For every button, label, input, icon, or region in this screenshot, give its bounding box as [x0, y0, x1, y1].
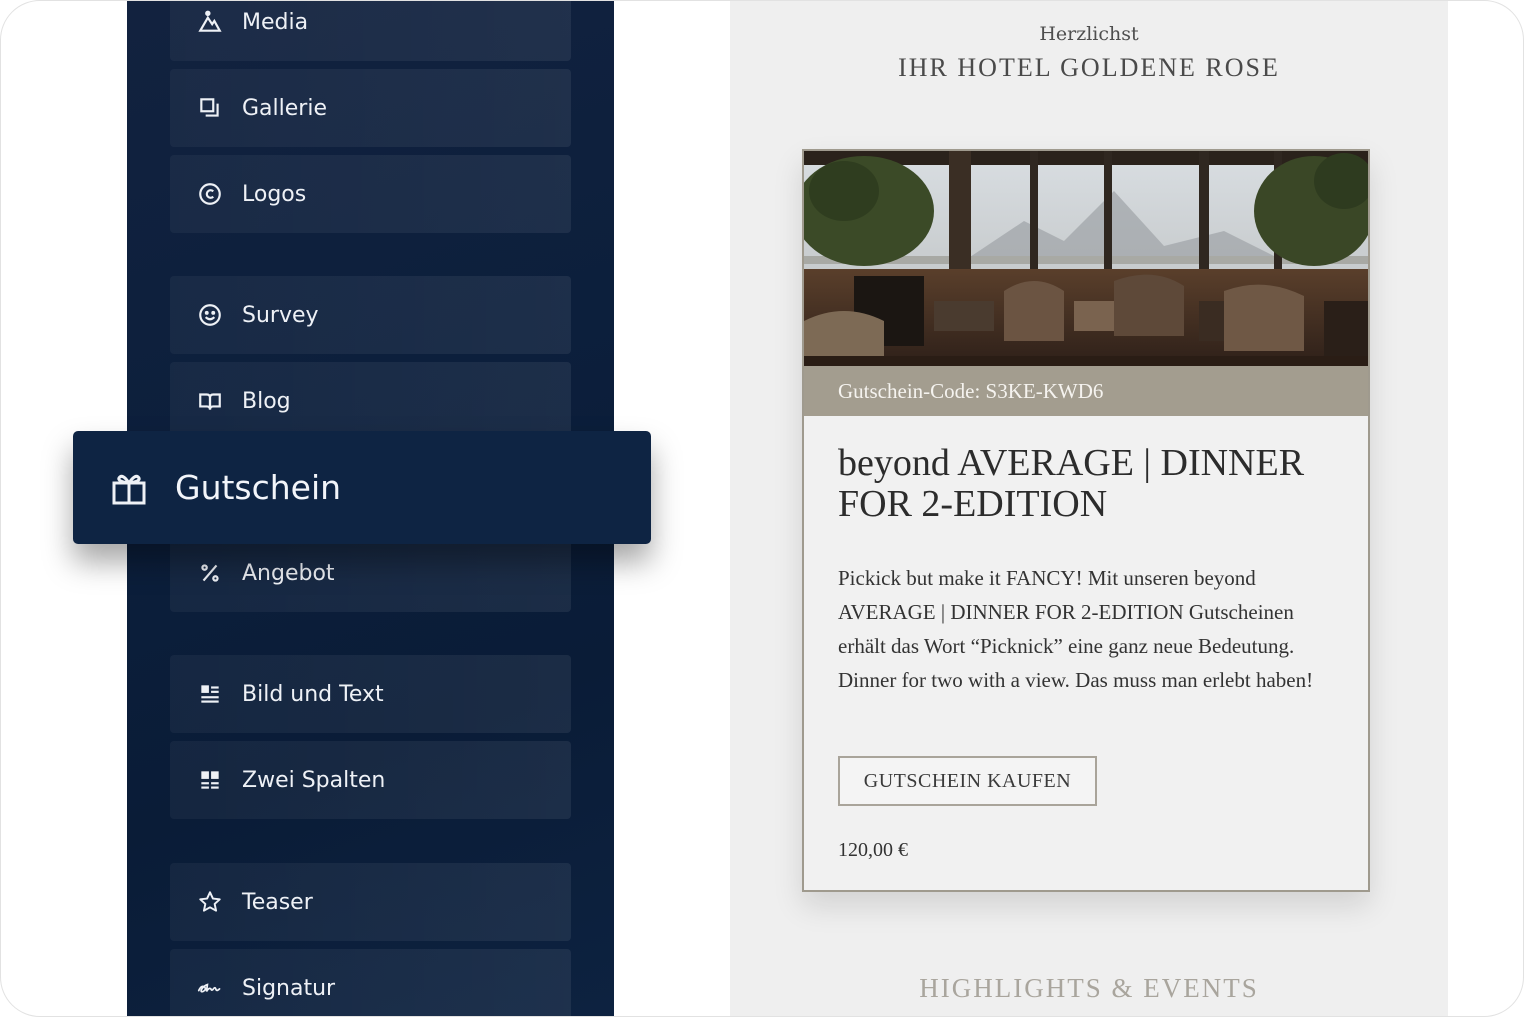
section-heading-highlights: HIGHLIGHTS & EVENTS [919, 973, 1259, 1003]
hotel-name: IHR HOTEL GOLDENE ROSE [898, 53, 1280, 82]
voucher-title: beyond AVERAGE | DINNER FOR 2-EDITION [838, 442, 1305, 525]
sidebar-item-label: Survey [242, 302, 319, 328]
sidebar-item-teaser[interactable]: Teaser [170, 863, 571, 941]
gift-icon [109, 468, 149, 508]
sidebar-item-label: Media [242, 9, 309, 35]
sidebar-item-label: Logos [242, 181, 307, 207]
greeting: Herzlichst [1039, 23, 1139, 45]
active-item-label: Gutschein [175, 468, 342, 507]
voucher-image [804, 151, 1368, 366]
book-icon [196, 387, 224, 415]
voucher-description: Pickick but make it FANCY! Mit unseren b… [838, 566, 1314, 692]
percent-icon [196, 559, 224, 587]
sidebar-item-blog[interactable]: Blog [170, 362, 571, 440]
copyright-icon [196, 180, 224, 208]
sidebar-item-zwei-spalten[interactable]: Zwei Spalten [170, 741, 571, 819]
image-text-icon [196, 680, 224, 708]
smiley-icon [196, 301, 224, 329]
sidebar-item-label: Teaser [242, 889, 313, 915]
sidebar-item-angebot[interactable]: Angebot [170, 534, 571, 612]
sidebar-item-label: Zwei Spalten [242, 767, 386, 793]
sidebar-item-gutschein[interactable]: Gutschein [73, 431, 651, 544]
email-preview: Herzlichst IHR HOTEL GOLDENE ROSE Gutsch… [730, 1, 1448, 1016]
signature-icon [196, 974, 224, 1002]
sidebar-item-label: Blog [242, 388, 291, 414]
gallery-icon [196, 94, 224, 122]
two-columns-icon [196, 766, 224, 794]
star-icon [196, 888, 224, 916]
app-frame: Media Gallerie Logos Survey Blog Angebot [0, 0, 1524, 1017]
buy-voucher-button[interactable]: GUTSCHEIN KAUFEN [838, 756, 1097, 806]
sidebar-item-logos[interactable]: Logos [170, 155, 571, 233]
sidebar-item-media[interactable]: Media [170, 1, 571, 61]
voucher-card: Gutschein-Code: S3KE-KWD6 beyond AVERAGE… [802, 149, 1370, 892]
sidebar-item-gallerie[interactable]: Gallerie [170, 69, 571, 147]
sidebar-item-label: Bild und Text [242, 681, 384, 707]
sidebar-item-label: Signatur [242, 975, 336, 1001]
sidebar-item-label: Angebot [242, 560, 335, 586]
voucher-price: 120,00 € [838, 839, 908, 861]
voucher-code: Gutschein-Code: S3KE-KWD6 [804, 366, 1368, 416]
sidebar-item-label: Gallerie [242, 95, 327, 121]
mountain-icon [196, 8, 224, 36]
sidebar-item-survey[interactable]: Survey [170, 276, 571, 354]
sidebar-item-bild-und-text[interactable]: Bild und Text [170, 655, 571, 733]
sidebar-item-signatur[interactable]: Signatur [170, 949, 571, 1016]
